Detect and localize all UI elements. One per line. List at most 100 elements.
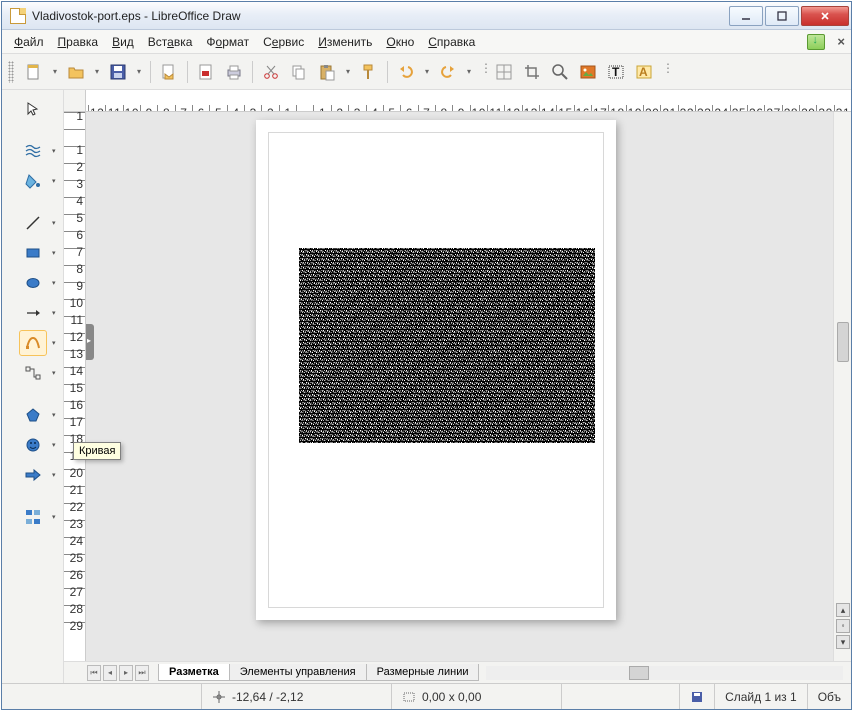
- horizontal-scrollbar[interactable]: [486, 666, 843, 680]
- basic-shapes-tool[interactable]: ▾: [19, 402, 47, 428]
- save-indicator-icon: [690, 690, 704, 704]
- redo-button[interactable]: [436, 60, 460, 84]
- crop-button[interactable]: [520, 60, 544, 84]
- horizontal-ruler[interactable]: 1211109876543211234567891011121314151617…: [86, 90, 851, 112]
- status-slide[interactable]: Слайд 1 из 1: [715, 684, 808, 709]
- email-button[interactable]: [157, 60, 181, 84]
- menu-insert[interactable]: Вставка: [142, 33, 199, 51]
- menu-view[interactable]: Вид: [106, 33, 140, 51]
- hscroll-thumb[interactable]: [629, 666, 649, 680]
- paste-button[interactable]: [315, 60, 339, 84]
- symbol-shapes-tool[interactable]: ▾: [19, 432, 47, 458]
- scroll-thumb[interactable]: [837, 322, 849, 362]
- document-close-button[interactable]: ×: [837, 34, 845, 49]
- paste-dropdown[interactable]: ▾: [343, 67, 353, 76]
- menu-format[interactable]: Формат: [200, 33, 255, 51]
- image-content: [299, 248, 595, 443]
- flowchart-tool[interactable]: ▾: [19, 504, 47, 530]
- layer-tab[interactable]: Разметка: [158, 664, 230, 681]
- next-page-button[interactable]: ▾: [836, 635, 850, 649]
- menu-help[interactable]: Справка: [422, 33, 481, 51]
- line-style-tool[interactable]: ▾: [19, 138, 47, 164]
- svg-text:T: T: [612, 65, 620, 79]
- fill-color-tool[interactable]: ▾: [19, 168, 47, 194]
- statusbar: -12,64 / -2,12 0,00 x 0,00 Слайд 1 из 1 …: [2, 683, 851, 709]
- ellipse-tool[interactable]: ▾: [19, 270, 47, 296]
- status-save-indicator[interactable]: [680, 684, 715, 709]
- panel-expand-handle[interactable]: [86, 324, 94, 360]
- menu-tools[interactable]: Сервис: [257, 33, 310, 51]
- status-spacer: [562, 684, 680, 709]
- tab-first-button[interactable]: ⏮: [87, 665, 101, 681]
- page: [256, 120, 616, 620]
- page-nav-button[interactable]: ◦: [836, 619, 850, 633]
- tab-prev-button[interactable]: ◂: [103, 665, 117, 681]
- tab-next-button[interactable]: ▸: [119, 665, 133, 681]
- update-icon[interactable]: [807, 34, 825, 50]
- save-dropdown[interactable]: ▾: [134, 67, 144, 76]
- tab-last-button[interactable]: ⏭: [135, 665, 149, 681]
- line-tool[interactable]: ▾: [19, 210, 47, 236]
- save-button[interactable]: [106, 60, 130, 84]
- status-size: 0,00 x 0,00: [392, 684, 562, 709]
- ruler-corner: [64, 90, 86, 112]
- vertical-scrollbar[interactable]: ▴ ◦ ▾: [833, 112, 851, 661]
- new-button[interactable]: [22, 60, 46, 84]
- size-icon: [402, 690, 416, 704]
- arrow-tool[interactable]: ▾: [19, 300, 47, 326]
- coords-value: -12,64 / -2,12: [232, 690, 303, 704]
- window-controls: [729, 6, 849, 26]
- export-pdf-button[interactable]: [194, 60, 218, 84]
- status-extra: Объ: [808, 684, 851, 709]
- undo-button[interactable]: [394, 60, 418, 84]
- svg-text:A: A: [639, 65, 648, 79]
- prev-page-button[interactable]: ▴: [836, 603, 850, 617]
- curve-tool[interactable]: ▾: [19, 330, 47, 356]
- close-button[interactable]: [801, 6, 849, 26]
- layer-tab[interactable]: Размерные линии: [366, 664, 480, 681]
- block-arrows-tool[interactable]: ▾: [19, 462, 47, 488]
- open-button[interactable]: [64, 60, 88, 84]
- grid-button[interactable]: [492, 60, 516, 84]
- menu-edit[interactable]: Правка: [52, 33, 105, 51]
- clone-format-button[interactable]: [357, 60, 381, 84]
- menu-modify[interactable]: Изменить: [312, 33, 378, 51]
- vertical-ruler[interactable]: 1123456789101112131415161718192021222324…: [64, 112, 86, 661]
- canvas-area: 1211109876543211234567891011121314151617…: [64, 90, 851, 683]
- page-margin: [268, 132, 604, 608]
- drawing-toolbar: ▾ ▾ ▾ ▾ ▾ ▾: [2, 90, 64, 683]
- drawing-canvas[interactable]: [86, 112, 833, 661]
- image-button[interactable]: [576, 60, 600, 84]
- main-area: ▾ ▾ ▾ ▾ ▾ ▾: [2, 90, 851, 683]
- tab-bar: ⏮ ◂ ▸ ⏭ Разметка Элементы управления Раз…: [64, 661, 851, 683]
- rectangle-tool[interactable]: ▾: [19, 240, 47, 266]
- connector-tool[interactable]: ▾: [19, 360, 47, 386]
- layer-tab[interactable]: Элементы управления: [229, 664, 367, 681]
- status-coords: -12,64 / -2,12: [202, 684, 392, 709]
- document-icon: [10, 8, 26, 24]
- text-button[interactable]: T: [604, 60, 628, 84]
- select-tool[interactable]: [19, 96, 47, 122]
- redo-dropdown[interactable]: ▾: [464, 67, 474, 76]
- copy-button[interactable]: [287, 60, 311, 84]
- standard-toolbar: ▾ ▾ ▾ ▾ ▾ ▾ T A: [2, 54, 851, 90]
- status-info: [2, 684, 202, 709]
- minimize-button[interactable]: [729, 6, 763, 26]
- undo-dropdown[interactable]: ▾: [422, 67, 432, 76]
- fontwork-button[interactable]: A: [632, 60, 656, 84]
- toolbar-handle[interactable]: [8, 61, 14, 83]
- new-dropdown[interactable]: ▾: [50, 67, 60, 76]
- menu-window[interactable]: Окно: [380, 33, 420, 51]
- size-value: 0,00 x 0,00: [422, 690, 481, 704]
- zoom-button[interactable]: [548, 60, 572, 84]
- position-icon: [212, 690, 226, 704]
- open-dropdown[interactable]: ▾: [92, 67, 102, 76]
- menu-file[interactable]: Файл: [8, 33, 50, 51]
- maximize-button[interactable]: [765, 6, 799, 26]
- embedded-image[interactable]: [299, 248, 595, 443]
- window-title: Vladivostok-port.eps - LibreOffice Draw: [32, 9, 729, 23]
- cut-button[interactable]: [259, 60, 283, 84]
- print-button[interactable]: [222, 60, 246, 84]
- app-window: Vladivostok-port.eps - LibreOffice Draw …: [1, 1, 852, 710]
- titlebar: Vladivostok-port.eps - LibreOffice Draw: [2, 2, 851, 30]
